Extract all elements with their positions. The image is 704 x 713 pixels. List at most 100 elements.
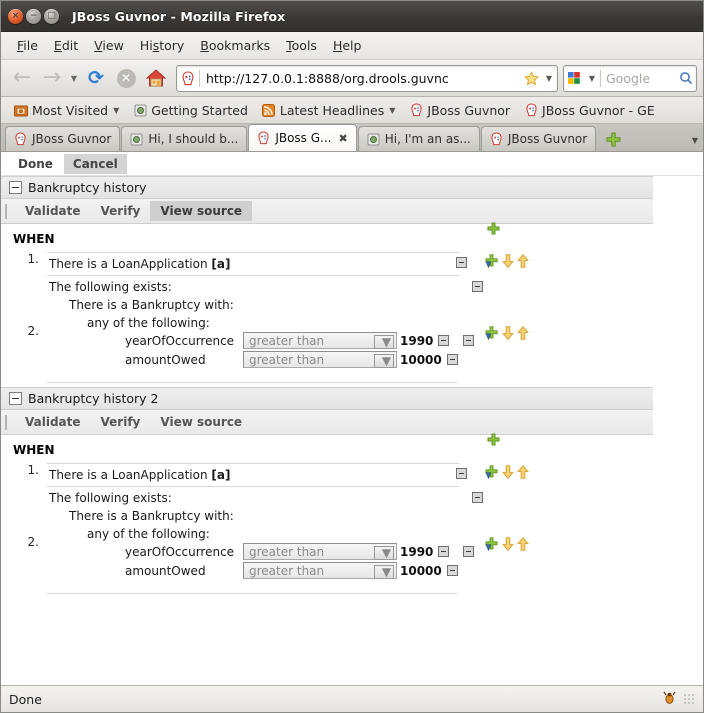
address-dropdown-icon[interactable]: ▼ [541,74,557,83]
minimize-window-button[interactable]: − [26,8,41,24]
chevron-down-icon[interactable]: ▼ [374,565,394,579]
add-field-button[interactable] [485,465,499,482]
site-identity-icon[interactable] [177,70,199,86]
search-bar[interactable]: ▼ Google [563,64,697,92]
toolbar-verify-button[interactable]: Verify [91,412,151,432]
resize-grip[interactable] [683,693,695,705]
operator-select[interactable]: greater than ▼ [243,543,397,560]
search-engine-caret-icon[interactable]: ▼ [584,74,600,83]
move-up-button[interactable] [517,537,529,554]
move-up-button[interactable] [517,254,529,271]
field-value[interactable]: 1990 [397,334,433,348]
group-options-icon[interactable] [463,335,475,346]
browser-tab[interactable]: Hi, I'm an as... [357,126,480,151]
section-header[interactable]: Bankruptcy history [1,176,653,199]
back-button[interactable]: ← [7,63,37,93]
guvnor-icon [14,132,27,146]
move-up-button[interactable] [517,326,529,343]
rule-section: Bankruptcy history Validate Verify View sou… [1,176,703,387]
menu-help[interactable]: Help [325,35,370,56]
close-tab-icon[interactable]: ✖ [339,132,348,145]
add-field-button[interactable] [485,326,499,343]
menu-edit[interactable]: Edit [46,35,86,56]
home-button[interactable] [141,63,171,93]
toolbar-verify-button[interactable]: Verify [91,201,151,221]
tab-list-button[interactable]: ▼ [692,136,698,145]
section-toolbar: Validate Verify View source [1,410,653,435]
close-window-button[interactable]: × [8,8,23,24]
browser-tab[interactable]: Hi, I should b... [121,126,248,151]
window-controls: × − □ [8,8,59,24]
status-text: Done [9,691,42,707]
field-options-icon[interactable] [446,565,458,576]
address-bar[interactable]: http://127.0.0.1:8888/org.drools.guvnc ▼ [176,64,558,92]
minus-box-icon[interactable] [9,181,22,194]
move-up-button[interactable] [517,465,529,482]
move-down-button[interactable] [502,326,514,343]
row-action-icons [485,465,529,482]
bookmark-item[interactable]: JBoss Guvnor [402,101,517,120]
done-button[interactable]: Done [9,154,62,174]
toolbar-view-source-button[interactable]: View source [150,412,252,432]
cancel-button[interactable]: Cancel [63,154,127,174]
bookmark-item[interactable]: Getting Started [126,101,255,120]
field-value[interactable]: 10000 [397,353,442,367]
stop-button[interactable]: ✕ [111,63,141,93]
bookmark-item[interactable]: Latest Headlines ▼ [255,101,403,120]
field-value[interactable]: 1990 [397,545,433,559]
pattern-text[interactable]: There is a LoanApplication [a] [47,463,459,487]
toolbar-validate-button[interactable]: Validate [15,201,91,221]
menu-view[interactable]: View [86,35,132,56]
operator-select[interactable]: greater than ▼ [243,562,397,579]
pattern-text[interactable]: There is a LoanApplication [a] [47,252,459,276]
search-input[interactable]: Google [601,71,676,86]
operator-select[interactable]: greater than ▼ [243,332,397,349]
field-options-icon[interactable] [438,546,450,557]
menu-bookmarks[interactable]: Bookmarks [192,35,278,56]
field-options-icon[interactable] [446,354,458,365]
chevron-down-icon[interactable]: ▼ [374,546,394,560]
section-header[interactable]: Bankruptcy history 2 [1,387,653,410]
reload-button[interactable]: ⟳ [81,63,111,93]
browser-tab[interactable]: JBoss Guvnor [480,126,597,151]
move-down-button[interactable] [502,465,514,482]
maximize-window-button[interactable]: □ [44,8,59,24]
new-tab-button[interactable] [601,127,625,151]
pattern-options-toggle[interactable] [456,463,467,479]
pattern-options-icon[interactable] [456,257,467,268]
group-options-icon[interactable] [463,546,475,557]
bookmark-item[interactable]: Most Visited ▼ [7,101,126,120]
forward-button[interactable]: → [37,63,67,93]
operator-select[interactable]: greater than ▼ [243,351,397,368]
condition-row: 2. The following exists: There is a Bankru… [1,491,703,594]
menu-file[interactable]: File [9,35,46,56]
field-value[interactable]: 10000 [397,564,442,578]
browser-tab[interactable]: JBoss G... ✖ [248,124,357,151]
bookmark-star-icon[interactable] [521,70,541,86]
minus-box-icon[interactable] [9,392,22,405]
browser-tab[interactable]: JBoss Guvnor [5,126,121,151]
toolbar-view-source-button[interactable]: View source [150,201,253,221]
field-options-icon[interactable] [438,335,450,346]
move-down-button[interactable] [502,254,514,271]
bookmark-item[interactable]: JBoss Guvnor - GE [517,101,662,120]
add-field-button[interactable] [485,537,499,554]
firefox-window: × − □ JBoss Guvnor - Mozilla Firefox Fil… [0,0,704,713]
menu-history[interactable]: History [132,35,192,56]
pattern-options-toggle[interactable] [456,252,467,268]
add-condition-button[interactable] [487,222,500,238]
toolbar-validate-button[interactable]: Validate [15,412,91,432]
title-bar: × − □ JBoss Guvnor - Mozilla Firefox [1,1,703,32]
add-field-button[interactable] [485,254,499,271]
pattern-options-icon[interactable] [456,468,467,479]
search-icon[interactable] [676,71,696,85]
firebug-icon[interactable] [662,690,677,708]
url-text[interactable]: http://127.0.0.1:8888/org.drools.guvnc [200,71,521,86]
add-condition-button[interactable] [487,433,500,449]
google-engine-icon[interactable] [564,71,584,85]
chevron-down-icon[interactable]: ▼ [374,354,394,368]
move-down-button[interactable] [502,537,514,554]
chevron-down-icon[interactable]: ▼ [374,335,394,349]
history-dropdown-button[interactable]: ▼ [67,63,81,93]
menu-tools[interactable]: Tools [278,35,325,56]
